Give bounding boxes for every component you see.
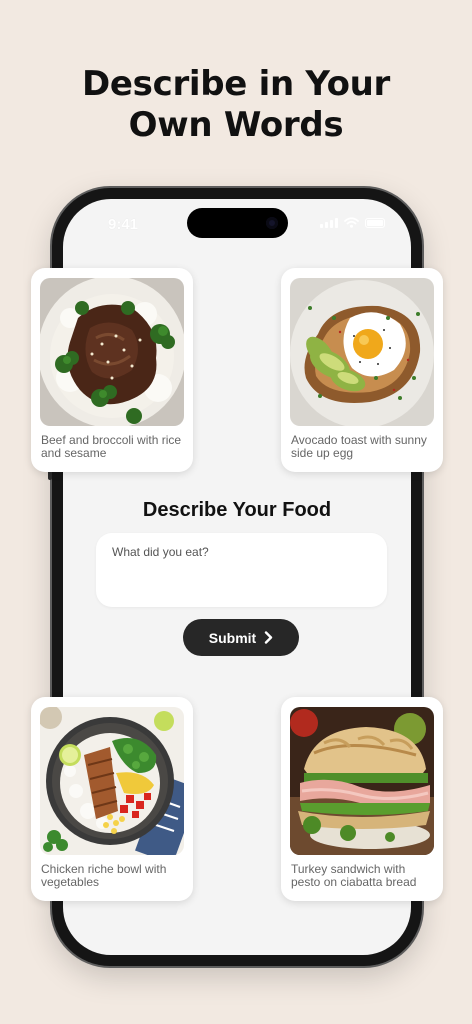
card-caption: Avocado toast with sunny side up egg <box>291 433 427 460</box>
turkey-sandwich-photo <box>290 707 434 855</box>
status-time: 9:41 <box>108 216 139 233</box>
food-card-chicken-bowl[interactable]: Chicken riche bowl with vegetables <box>31 697 193 901</box>
card-caption: Beef and broccoli with rice and sesame <box>41 433 182 460</box>
headline-line-2: Own Words <box>128 105 344 145</box>
front-camera <box>266 217 278 229</box>
food-input-placeholder: What did you eat? <box>112 545 209 559</box>
battery-icon <box>365 217 385 228</box>
wifi-icon <box>344 217 359 228</box>
headline-line-1: Describe in Your <box>81 64 391 104</box>
card-caption: Turkey sandwich with pesto on ciabatta b… <box>291 862 417 889</box>
card-caption: Chicken riche bowl with vegetables <box>41 862 167 889</box>
cellular-signal-icon <box>320 217 338 228</box>
beef-broccoli-photo <box>40 278 184 426</box>
food-card-beef-broccoli[interactable]: Beef and broccoli with rice and sesame <box>31 268 193 472</box>
dynamic-island <box>187 208 288 238</box>
food-description-input[interactable]: What did you eat? <box>96 533 387 607</box>
chevron-right-icon <box>265 631 273 644</box>
chicken-bowl-photo <box>40 707 184 855</box>
submit-button[interactable]: Submit <box>183 619 299 656</box>
food-card-turkey-sandwich[interactable]: Turkey sandwich with pesto on ciabatta b… <box>281 697 443 901</box>
avocado-toast-photo <box>290 278 434 426</box>
screen-title: Describe Your Food <box>142 499 332 521</box>
food-card-avocado-toast[interactable]: Avocado toast with sunny side up egg <box>281 268 443 472</box>
submit-label: Submit <box>208 629 257 646</box>
headline: Describe in Your Own Words <box>0 64 472 146</box>
status-icons <box>320 217 385 228</box>
status-bar: 9:41 <box>63 199 411 249</box>
